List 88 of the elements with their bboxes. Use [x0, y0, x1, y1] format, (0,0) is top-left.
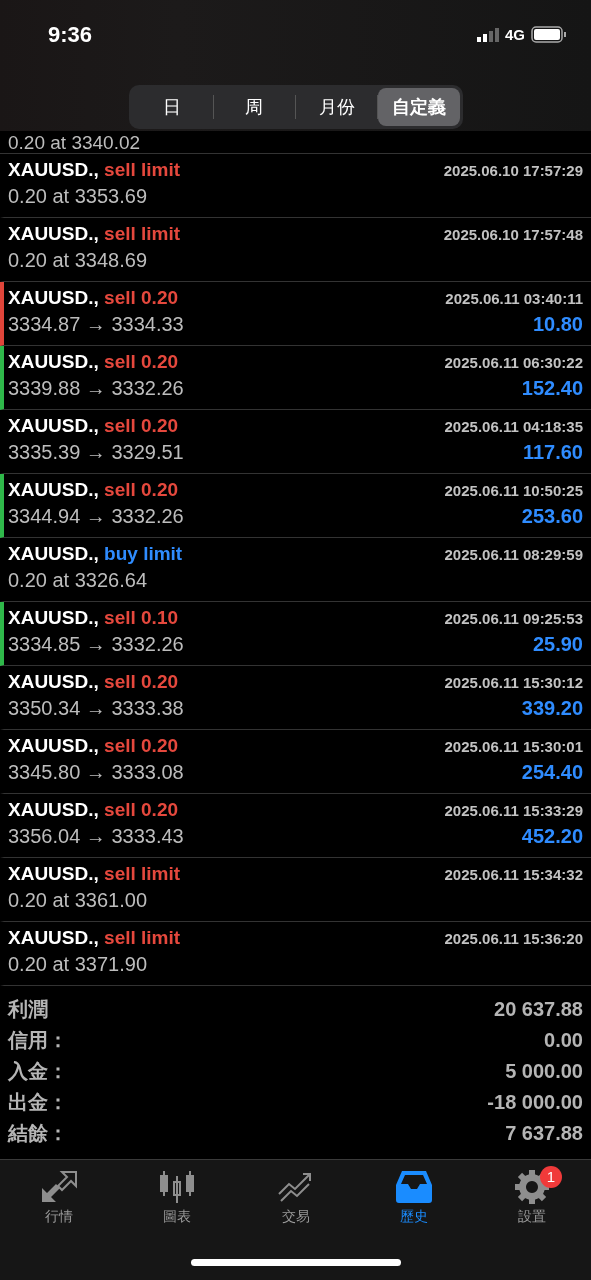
order-row[interactable]: XAUUSD., sell 0.20 2025.06.11 15:33:29 3356.04 → 3333.43 452.20 [0, 794, 591, 858]
order-profit: 253.60 [521, 505, 583, 528]
summary-label: 信用： [8, 1028, 68, 1053]
order-detail: 3339.88 → 3332.26 [8, 377, 184, 400]
order-detail: 0.20 at 3348.69 [8, 249, 147, 272]
summary-label: 入金： [8, 1059, 68, 1084]
order-row[interactable]: XAUUSD., buy limit 2025.06.11 08:29:59 0.20 at 3326.64 [0, 538, 591, 602]
summary-label: 出金： [8, 1090, 68, 1115]
nav-tab[interactable]: 圖表 [118, 1160, 237, 1227]
order-row[interactable]: XAUUSD., sell 0.20 2025.06.11 10:50:25 3344.94 → 3332.26 253.60 [0, 474, 591, 538]
summary-label: 利潤 [8, 997, 48, 1022]
order-profit: 117.60 [522, 441, 583, 464]
order-time: 2025.06.11 15:30:01 [444, 738, 583, 755]
summary-value: -18 000.00 [487, 1091, 583, 1114]
order-detail: 3334.87 → 3334.33 [8, 313, 184, 336]
candlestick-icon [158, 1170, 197, 1204]
nav-tab[interactable]: 行情 [0, 1160, 119, 1227]
order-detail: 0.20 at 3340.02 [0, 131, 591, 154]
nav-tab[interactable]: 交易 [236, 1160, 355, 1227]
summary-value: 0.00 [544, 1029, 583, 1052]
order-time: 2025.06.11 15:30:12 [444, 674, 583, 691]
order-title: XAUUSD., sell 0.20 [8, 735, 179, 757]
order-row[interactable]: XAUUSD., sell 0.20 2025.06.11 04:18:35 3335.39 → 3329.51 117.60 [0, 410, 591, 474]
order-profit: 254.40 [521, 761, 583, 784]
order-time: 2025.06.11 08:29:59 [444, 546, 583, 563]
order-title: XAUUSD., sell limit [8, 223, 181, 245]
order-profit: 10.80 [532, 313, 583, 336]
arrows-icon [40, 1170, 79, 1204]
order-row[interactable]: XAUUSD., sell 0.20 2025.06.11 15:30:01 3345.80 → 3333.08 254.40 [0, 730, 591, 794]
nav-tab[interactable]: 設置 1 [472, 1160, 591, 1227]
battery-icon [531, 26, 567, 43]
order-time: 2025.06.10 17:57:48 [443, 226, 583, 243]
order-title: XAUUSD., sell limit [8, 159, 181, 181]
order-title: XAUUSD., buy limit [8, 543, 183, 565]
order-row[interactable]: XAUUSD., sell limit 2025.06.10 17:57:29 0.20 at 3353.69 [0, 154, 591, 218]
network-label: 4G [505, 26, 525, 43]
order-title: XAUUSD., sell 0.20 [8, 415, 179, 437]
order-profit: 152.40 [521, 377, 583, 400]
signal-icon [477, 27, 499, 42]
order-row[interactable]: XAUUSD., sell 0.20 2025.06.11 15:30:12 3350.34 → 3333.38 339.20 [0, 666, 591, 730]
order-row[interactable]: XAUUSD., sell 0.20 2025.06.11 03:40:11 3334.87 → 3334.33 10.80 [0, 282, 591, 346]
order-row[interactable]: XAUUSD., sell 0.10 2025.06.11 09:25:53 3334.85 → 3332.26 25.90 [0, 602, 591, 666]
order-row[interactable]: XAUUSD., sell 0.20 2025.06.11 06:30:22 3339.88 → 3332.26 152.40 [0, 346, 591, 410]
summary-label: 結餘： [8, 1121, 68, 1146]
period-tab[interactable]: 自定義 [378, 88, 460, 126]
order-time: 2025.06.10 17:57:29 [443, 162, 583, 179]
nav-tab[interactable]: 歷史 [354, 1160, 473, 1227]
order-profit: 25.90 [532, 633, 583, 656]
order-detail: 0.20 at 3353.69 [8, 185, 147, 208]
order-time: 2025.06.11 15:34:32 [444, 866, 583, 883]
period-tab[interactable]: 日 [131, 88, 213, 126]
order-detail: 3334.85 → 3332.26 [8, 633, 184, 656]
order-time: 2025.06.11 10:50:25 [444, 482, 583, 499]
order-detail: 3335.39 → 3329.51 [8, 441, 184, 464]
period-tab[interactable]: 月份 [296, 88, 378, 126]
summary-value: 5 000.00 [505, 1060, 583, 1083]
inbox-icon [394, 1170, 433, 1204]
summary-value: 20 637.88 [494, 998, 583, 1021]
order-time: 2025.06.11 03:40:11 [445, 290, 583, 307]
clock: 9:36 [48, 22, 93, 48]
order-profit: 339.20 [521, 697, 583, 720]
order-profit: 452.20 [521, 825, 583, 848]
order-detail: 0.20 at 3371.90 [8, 953, 147, 976]
order-title: XAUUSD., sell 0.10 [8, 607, 179, 629]
order-row[interactable]: XAUUSD., sell limit 2025.06.11 15:36:20 0.20 at 3371.90 [0, 922, 591, 986]
period-tab[interactable]: 周 [213, 88, 295, 126]
order-title: XAUUSD., sell 0.20 [8, 479, 179, 501]
summary-value: 7 637.88 [505, 1122, 583, 1145]
order-title: XAUUSD., sell 0.20 [8, 671, 179, 693]
order-time: 2025.06.11 04:18:35 [444, 418, 583, 435]
order-title: XAUUSD., sell 0.20 [8, 287, 179, 309]
order-title: XAUUSD., sell 0.20 [8, 799, 179, 821]
order-title: XAUUSD., sell limit [8, 927, 181, 949]
order-detail: 3350.34 → 3333.38 [8, 697, 184, 720]
order-row[interactable]: XAUUSD., sell limit 2025.06.10 17:57:48 0.20 at 3348.69 [0, 218, 591, 282]
notification-badge: 1 [539, 1166, 562, 1188]
order-detail: 3345.80 → 3333.08 [8, 761, 184, 784]
order-detail: 0.20 at 3326.64 [8, 569, 147, 592]
order-detail: 3356.04 → 3333.43 [8, 825, 184, 848]
order-time: 2025.06.11 06:30:22 [444, 354, 583, 371]
order-time: 2025.06.11 15:33:29 [444, 802, 583, 819]
order-time: 2025.06.11 15:36:20 [444, 930, 583, 947]
order-row[interactable]: XAUUSD., sell limit 2025.06.11 15:34:32 0.20 at 3361.00 [0, 858, 591, 922]
order-detail: 3344.94 → 3332.26 [8, 505, 184, 528]
order-time: 2025.06.11 09:25:53 [444, 610, 583, 627]
order-title: XAUUSD., sell 0.20 [8, 351, 179, 373]
order-detail: 0.20 at 3361.00 [8, 889, 147, 912]
order-title: XAUUSD., sell limit [8, 863, 181, 885]
